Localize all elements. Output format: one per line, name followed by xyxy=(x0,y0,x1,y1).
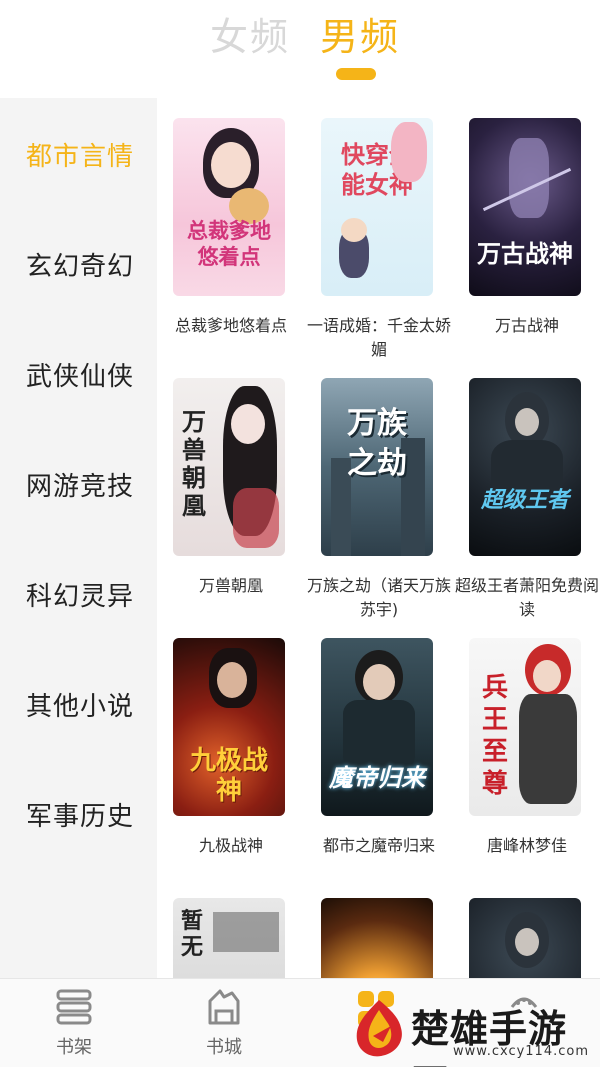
active-tab-indicator xyxy=(336,68,376,80)
cover-title-text: 万兽朝凰 xyxy=(182,407,206,520)
book-title: 万兽朝凰 xyxy=(198,576,263,595)
book-cover[interactable]: 暂无 xyxy=(173,898,285,978)
sidebar-item-scifi[interactable]: 科幻灵异 xyxy=(26,576,134,613)
cover-title-text: 魔帝归来 xyxy=(329,763,425,792)
cover-title-text: 总裁爹地悠着点 xyxy=(187,218,271,269)
cover-title-text: 超级王者 xyxy=(480,487,569,513)
book-cover[interactable]: 总裁爹地悠着点 xyxy=(173,118,285,296)
cover-title-text: 暂无 xyxy=(180,908,203,960)
book-cover[interactable] xyxy=(321,898,433,978)
sidebar-item-military[interactable]: 军事历史 xyxy=(26,796,134,833)
book-cover[interactable]: 万兽朝凰 xyxy=(173,378,285,556)
book-title: 超级王者萧阳免费阅读 xyxy=(454,576,599,619)
nav-bookstore[interactable]: 书城 xyxy=(184,985,264,1059)
book-cover[interactable]: 快穿全能女神 xyxy=(321,118,433,296)
nav-bookstore-label: 书城 xyxy=(206,1037,242,1058)
watermark-logo-icon xyxy=(356,1000,402,1057)
book-title: 九极战神 xyxy=(198,836,263,855)
book-grid: 总裁爹地悠着点 总裁爹地悠着点 快穿全能女神 一语成婚：千金太娇媚 万古战神 万… xyxy=(157,98,600,978)
nav-bookshelf-label: 书架 xyxy=(56,1037,92,1058)
book-cover[interactable]: 兵王至尊 xyxy=(469,638,581,816)
book-cover[interactable]: 九极战神 xyxy=(173,638,285,816)
book-title: 万族之劫（诸天万族苏宇) xyxy=(306,576,451,619)
book-cover[interactable]: 万族之劫 xyxy=(321,378,433,556)
cover-title-text: 万古战神 xyxy=(477,239,573,268)
nav-bookshelf[interactable]: 书架 xyxy=(34,985,114,1059)
bookshelf-icon xyxy=(34,985,114,1029)
book-cover[interactable] xyxy=(469,898,581,978)
watermark-url: www.cxcy114.com xyxy=(453,1044,589,1059)
book-title: 都市之魔帝归来 xyxy=(322,836,435,855)
book-cover[interactable]: 万古战神 xyxy=(469,118,581,296)
site-watermark: 楚雄手游网 www.cxcy114.com xyxy=(345,990,600,1067)
book-cover[interactable]: 魔帝归来 xyxy=(321,638,433,816)
book-title: 总裁爹地悠着点 xyxy=(174,316,287,335)
cover-title-text: 九极战神 xyxy=(189,746,268,806)
book-title: 万古战神 xyxy=(494,316,559,335)
book-cover[interactable]: 超级王者 xyxy=(469,378,581,556)
cover-title-text: 兵王至尊 xyxy=(481,673,508,799)
sidebar-item-other[interactable]: 其他小说 xyxy=(26,686,134,723)
bookstore-icon xyxy=(184,985,264,1029)
top-tab-bar: 女频 男频 xyxy=(0,0,600,98)
book-title: 唐峰林梦佳 xyxy=(486,836,567,855)
sidebar-item-wuxia[interactable]: 武侠仙侠 xyxy=(26,356,134,393)
tab-male[interactable]: 男频 xyxy=(320,6,400,61)
category-sidebar: 都市言情 玄幻奇幻 武侠仙侠 网游竞技 科幻灵异 其他小说 军事历史 xyxy=(0,98,157,978)
sidebar-item-urban-romance[interactable]: 都市言情 xyxy=(26,136,134,173)
cover-title-text: 万族之劫 xyxy=(347,406,407,481)
sidebar-item-gaming[interactable]: 网游竞技 xyxy=(26,466,134,503)
sidebar-item-fantasy[interactable]: 玄幻奇幻 xyxy=(26,246,134,283)
book-title: 一语成婚：千金太娇媚 xyxy=(306,316,451,359)
tab-female[interactable]: 女频 xyxy=(210,6,290,61)
